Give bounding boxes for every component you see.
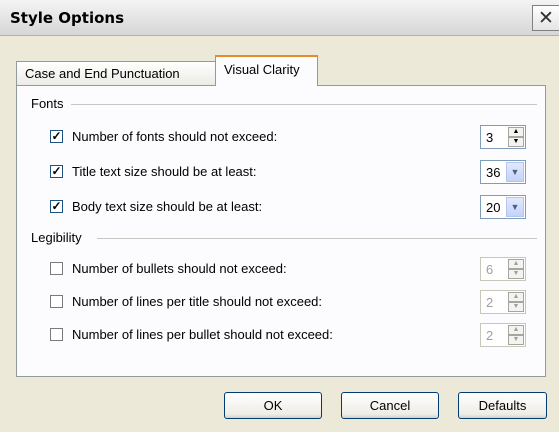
label-body-text-size: Body text size should be at least:	[72, 199, 263, 214]
row-lines-per-title: Number of lines per title should not exc…	[17, 290, 547, 314]
label-title-text-size: Title text size should be at least:	[72, 164, 257, 179]
spin-down-button[interactable]: ▼	[508, 302, 524, 312]
tab-visual-clarity[interactable]: Visual Clarity	[215, 55, 318, 86]
spin-buttons: ▲ ▼	[508, 259, 524, 279]
spinner-value: 3	[486, 130, 494, 145]
dropdown-value: 20	[486, 200, 501, 215]
spinner-lines-per-title[interactable]: 2 ▲ ▼	[480, 290, 526, 314]
spinner-number-of-bullets[interactable]: 6 ▲ ▼	[480, 257, 526, 281]
spinner-number-of-fonts[interactable]: 3 ▲ ▼	[480, 125, 526, 149]
spinner-lines-per-bullet[interactable]: 2 ▲ ▼	[480, 323, 526, 347]
row-body-text-size: ✓ Body text size should be at least: 20 …	[17, 195, 547, 219]
spin-up-button[interactable]: ▲	[508, 259, 524, 269]
spin-down-button[interactable]: ▼	[508, 269, 524, 279]
dropdown-body-text-size[interactable]: 20 ▼	[480, 195, 526, 219]
dropdown-value: 36	[486, 165, 501, 180]
checkbox-lines-per-title[interactable]	[50, 295, 63, 308]
row-title-text-size: ✓ Title text size should be at least: 36…	[17, 160, 547, 184]
label-number-of-fonts: Number of fonts should not exceed:	[72, 129, 278, 144]
tab-case-and-end-punctuation[interactable]: Case and End Punctuation	[16, 61, 216, 85]
label-lines-per-bullet: Number of lines per bullet should not ex…	[72, 327, 333, 342]
fonts-group-divider	[71, 104, 537, 105]
spin-buttons: ▲ ▼	[508, 127, 524, 147]
ok-button[interactable]: OK	[224, 392, 322, 419]
spin-up-button[interactable]: ▲	[508, 127, 524, 137]
checkbox-lines-per-bullet[interactable]	[50, 328, 63, 341]
label-number-of-bullets: Number of bullets should not exceed:	[72, 261, 287, 276]
spinner-value: 2	[486, 295, 494, 310]
checkbox-body-text-size[interactable]: ✓	[50, 200, 63, 213]
spin-up-button[interactable]: ▲	[508, 292, 524, 302]
checkbox-title-text-size[interactable]: ✓	[50, 165, 63, 178]
checkbox-number-of-fonts[interactable]: ✓	[50, 130, 63, 143]
tab-panel-visual-clarity: Fonts ✓ Number of fonts should not excee…	[16, 85, 546, 377]
label-lines-per-title: Number of lines per title should not exc…	[72, 294, 323, 309]
cancel-button[interactable]: Cancel	[341, 392, 439, 419]
spinner-value: 6	[486, 262, 494, 277]
window-title: Style Options	[10, 9, 125, 27]
close-icon: ✕	[538, 7, 554, 29]
row-number-of-bullets: Number of bullets should not exceed: 6 ▲…	[17, 257, 547, 281]
row-lines-per-bullet: Number of lines per bullet should not ex…	[17, 323, 547, 347]
title-bar: Style Options ✕	[0, 0, 559, 36]
defaults-button[interactable]: Defaults	[458, 392, 547, 419]
spin-down-button[interactable]: ▼	[508, 335, 524, 345]
spin-buttons: ▲ ▼	[508, 292, 524, 312]
close-button[interactable]: ✕	[532, 5, 559, 31]
chevron-down-icon[interactable]: ▼	[506, 197, 524, 217]
check-icon: ✓	[51, 164, 62, 178]
legibility-group-label: Legibility	[31, 230, 87, 245]
legibility-group-divider	[97, 238, 537, 239]
fonts-group-label: Fonts	[31, 96, 69, 111]
check-icon: ✓	[51, 199, 62, 213]
chevron-down-icon[interactable]: ▼	[506, 162, 524, 182]
dropdown-title-text-size[interactable]: 36 ▼	[480, 160, 526, 184]
spin-down-button[interactable]: ▼	[508, 137, 524, 147]
spin-buttons: ▲ ▼	[508, 325, 524, 345]
row-number-of-fonts: ✓ Number of fonts should not exceed: 3 ▲…	[17, 125, 547, 149]
spin-up-button[interactable]: ▲	[508, 325, 524, 335]
checkbox-number-of-bullets[interactable]	[50, 262, 63, 275]
spinner-value: 2	[486, 328, 494, 343]
check-icon: ✓	[51, 129, 62, 143]
